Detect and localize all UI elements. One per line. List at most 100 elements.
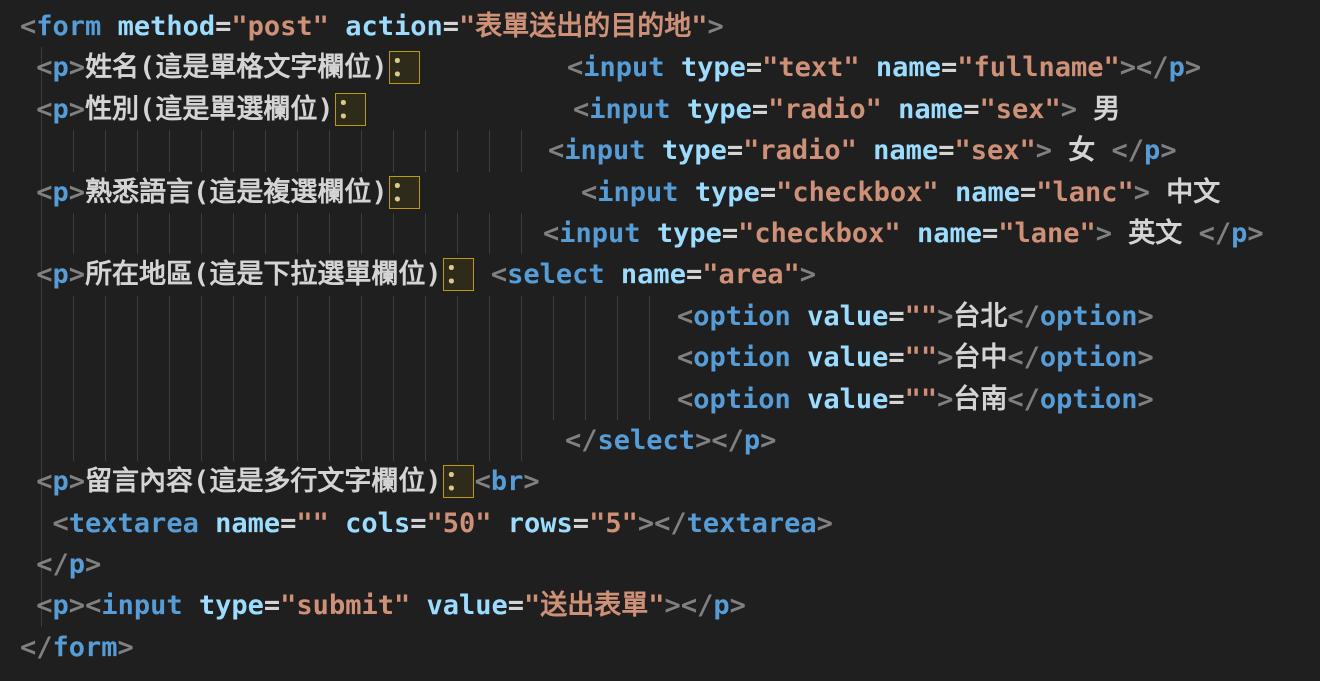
code-token-s: "" xyxy=(296,508,329,539)
code-token-tag: p xyxy=(69,549,85,580)
code-token-s: "" xyxy=(905,342,938,373)
code-line: </form> xyxy=(20,627,1320,668)
code-token-tag: option xyxy=(1040,384,1138,415)
code-line-continuation: <option value="">台南</option> xyxy=(677,379,1154,420)
code-token-t: 男 xyxy=(1077,94,1120,125)
code-token-p: > xyxy=(1185,52,1201,83)
code-token-tag: form xyxy=(53,632,118,663)
code-token-eq: = xyxy=(752,94,768,125)
code-token-tag: input xyxy=(597,177,678,208)
code-token-tag: p xyxy=(53,52,69,83)
code-token-p: < xyxy=(677,342,693,373)
code-token-p: </ xyxy=(1199,218,1232,249)
code-token-a: name xyxy=(873,135,938,166)
code-token-eq: = xyxy=(760,177,776,208)
code-token-s: "5" xyxy=(589,508,638,539)
code-token-tag: p xyxy=(1169,52,1185,83)
code-line: <p>性別(這是單選欄位)：<input type="radio" name="… xyxy=(20,89,1320,130)
code-line: <p>熟悉語言(這是複選欄位)：<input type="checkbox" n… xyxy=(20,172,1320,213)
code-token-eq: = xyxy=(727,135,743,166)
code-line: <input type="radio" name="sex"> 女 </p> xyxy=(20,130,1320,171)
code-token-eq: = xyxy=(722,218,738,249)
code-token-t: 台中 xyxy=(953,342,1007,373)
code-token-tag: option xyxy=(1040,301,1138,332)
code-token-tag: p xyxy=(1144,135,1160,166)
code-line-continuation: <input type="text" name="fullname"></p> xyxy=(567,47,1201,88)
code-token-tag: select xyxy=(598,425,696,456)
code-token-p: > xyxy=(1247,218,1263,249)
code-token-p: </ xyxy=(1007,301,1040,332)
code-token-t xyxy=(679,177,695,208)
code-token-tag: p xyxy=(713,590,729,621)
code-token-t: 性別(這是單選欄位) xyxy=(85,94,334,125)
code-token-t: 姓名(這是單格文字欄位) xyxy=(85,52,388,83)
code-token-p: </ xyxy=(654,508,687,539)
code-token-s: "checkbox" xyxy=(738,218,901,249)
code-line-continuation: <input type="checkbox" name="lanc"> 中文 xyxy=(581,172,1220,213)
code-token-p: </ xyxy=(1007,342,1040,373)
code-token-p: < xyxy=(677,301,693,332)
code-token-p: < xyxy=(85,590,101,621)
code-line: <input type="checkbox" name="lane"> 英文 <… xyxy=(20,213,1320,254)
code-token-p: > xyxy=(817,508,833,539)
code-token-s: "lanc" xyxy=(1036,177,1134,208)
code-token-s: "post" xyxy=(231,11,329,42)
code-token-eq: = xyxy=(443,11,459,42)
code-token-t: 女 xyxy=(1052,135,1112,166)
code-token-t xyxy=(20,52,36,83)
code-token-p: > xyxy=(1061,94,1077,125)
code-token-t xyxy=(492,508,508,539)
code-token-p: < xyxy=(573,94,589,125)
code-token-tag: option xyxy=(1040,342,1138,373)
code-token-t xyxy=(665,52,681,83)
code-token-t xyxy=(20,259,36,290)
code-line: <form method="post" action="表單送出的目的地"> xyxy=(20,6,1320,47)
code-token-p: > xyxy=(760,425,776,456)
code-token-p: < xyxy=(677,384,693,415)
code-token-tag: p xyxy=(53,466,69,497)
code-line-continuation: </select></p> xyxy=(565,420,776,461)
code-token-p: > xyxy=(118,632,134,663)
code-token-a: name xyxy=(898,94,963,125)
code-token-s: "表單送出的目的地" xyxy=(459,11,708,42)
code-token-p: > xyxy=(695,425,711,456)
code-token-p: < xyxy=(581,177,597,208)
code-line: <option value="">台中</option> xyxy=(20,337,1320,378)
code-token-t xyxy=(882,94,898,125)
code-token-p: < xyxy=(36,177,52,208)
code-token-t xyxy=(101,11,117,42)
code-token-eq: = xyxy=(410,508,426,539)
code-token-t xyxy=(475,259,491,290)
code-token-tag: form xyxy=(36,11,101,42)
code-token-t xyxy=(329,11,345,42)
code-token-p: < xyxy=(548,135,564,166)
code-token-t xyxy=(646,135,662,166)
code-token-s: "" xyxy=(905,384,938,415)
code-token-a: value xyxy=(426,590,507,621)
code-token-p: < xyxy=(475,466,491,497)
code-token-eq: = xyxy=(746,52,762,83)
code-token-a: value xyxy=(807,384,888,415)
code-token-t xyxy=(901,218,917,249)
code-token-p: > xyxy=(1137,384,1153,415)
code-token-eq: = xyxy=(888,301,904,332)
code-token-t xyxy=(791,384,807,415)
code-token-p: > xyxy=(638,508,654,539)
code-token-p: > xyxy=(69,94,85,125)
code-token-p: < xyxy=(53,508,69,539)
code-token-eq: = xyxy=(888,384,904,415)
code-token-s: "" xyxy=(905,301,938,332)
code-token-p: </ xyxy=(1007,384,1040,415)
code-token-s: "sex" xyxy=(954,135,1035,166)
code-token-p: </ xyxy=(711,425,744,456)
code-token-s: "sex" xyxy=(979,94,1060,125)
code-token-tag: input xyxy=(589,94,670,125)
code-editor[interactable]: <form method="post" action="表單送出的目的地"> <… xyxy=(0,0,1320,681)
code-token-a: type xyxy=(687,94,752,125)
code-token-a: name xyxy=(955,177,1020,208)
code-token-a: cols xyxy=(345,508,410,539)
code-token-p: > xyxy=(1120,52,1136,83)
code-token-p: > xyxy=(69,259,85,290)
code-token-p: > xyxy=(69,590,85,621)
code-token-a: rows xyxy=(508,508,573,539)
